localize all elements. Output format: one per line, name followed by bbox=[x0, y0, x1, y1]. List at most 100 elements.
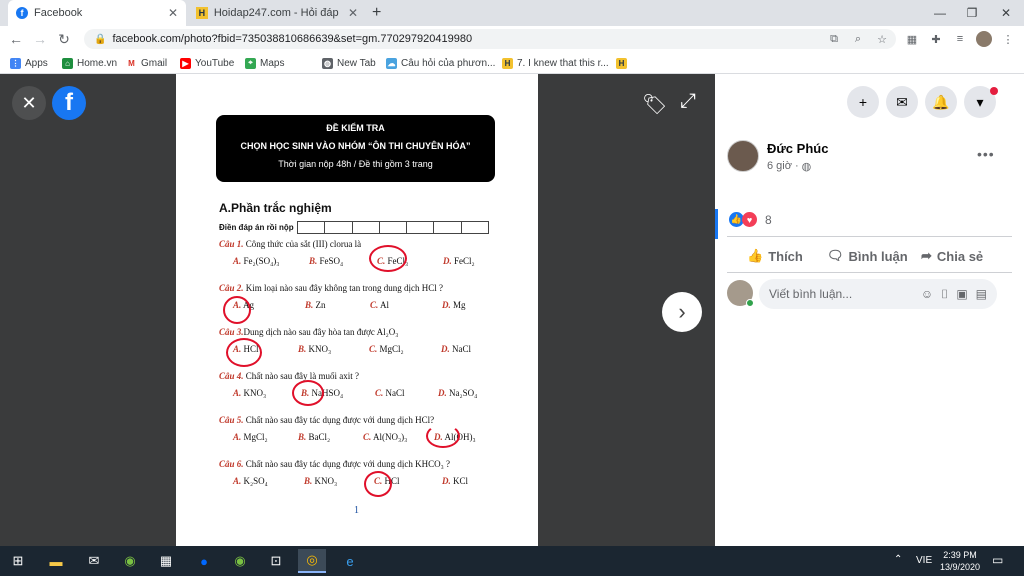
star-icon[interactable]: ☆ bbox=[874, 31, 890, 47]
q1-option-d: D. FeCl₂ bbox=[443, 256, 475, 266]
forward-icon[interactable]: → bbox=[30, 30, 50, 48]
bookmark-iknew[interactable]: H 7. I knew that this r... bbox=[502, 55, 609, 71]
exam-photo: ĐỀ KIỂM TRA CHỌN HỌC SINH VÀO NHÓM “ÔN T… bbox=[176, 74, 538, 546]
question-2: Câu 2. Kim loại nào sau đây không tan tr… bbox=[219, 283, 443, 293]
close-tab-icon[interactable]: ✕ bbox=[168, 6, 178, 20]
q4-option-c: C. NaCl bbox=[375, 388, 405, 398]
chrome-icon[interactable]: ◎ bbox=[298, 549, 326, 573]
gif-icon[interactable]: ▣ bbox=[956, 287, 967, 302]
zalo-icon[interactable]: ● bbox=[190, 549, 218, 573]
bookmark-homevn[interactable]: ⌂ Home.vn bbox=[62, 55, 117, 71]
reactions-summary[interactable]: 👍 ♥ 8 bbox=[729, 212, 772, 227]
media-icon[interactable]: ≡ bbox=[952, 31, 968, 47]
puzzle-icon[interactable]: ✚ bbox=[928, 31, 944, 47]
post-time: 6 giờ · ◍ bbox=[767, 160, 812, 173]
back-icon[interactable]: ← bbox=[6, 30, 26, 48]
store-icon[interactable]: ⊡ bbox=[262, 549, 290, 573]
bookmark-youtube[interactable]: ▶ YouTube bbox=[180, 55, 234, 71]
answer-label: Điền đáp án rồi nộp bbox=[219, 223, 294, 232]
address-bar[interactable]: 🔒 facebook.com/photo?fbid=73503881068663… bbox=[84, 29, 896, 49]
chevron-right-icon: › bbox=[678, 299, 686, 324]
bookmark-hoidap[interactable]: H bbox=[616, 55, 627, 71]
zoom-icon[interactable]: ⌕ bbox=[850, 31, 866, 47]
q5-option-b: B. BaCl₂ bbox=[298, 432, 331, 442]
clock[interactable]: 2:39 PM 13/9/2020 bbox=[940, 549, 980, 573]
divider bbox=[727, 272, 1012, 273]
answer-circle bbox=[364, 471, 392, 497]
messenger-button[interactable]: ✉ bbox=[886, 86, 918, 118]
restore-icon[interactable]: ❐ bbox=[956, 0, 988, 26]
gmail-icon: M bbox=[126, 57, 137, 69]
reload-icon[interactable]: ↻ bbox=[54, 30, 74, 48]
comment-input[interactable]: Viết bình luận... ☺ ⌷ ▣ ▤ bbox=[759, 279, 997, 309]
app-icon[interactable]: ◉ bbox=[226, 549, 254, 573]
file-explorer-icon[interactable]: ▬ bbox=[42, 549, 70, 573]
answer-circle bbox=[226, 338, 262, 367]
public-globe-icon: ◍ bbox=[801, 161, 812, 173]
q3-option-d: D. NaCl bbox=[441, 344, 471, 354]
next-photo-button[interactable]: › bbox=[662, 292, 702, 332]
new-tab-button[interactable]: + bbox=[372, 4, 381, 22]
close-window-icon[interactable]: ✕ bbox=[990, 0, 1022, 26]
create-button[interactable]: + bbox=[847, 86, 879, 118]
q6-option-d: D. KCl bbox=[442, 476, 469, 486]
bookmark-apps[interactable]: ⋮ Apps bbox=[10, 55, 48, 71]
close-tab-icon[interactable]: ✕ bbox=[348, 6, 358, 20]
mail-icon[interactable]: ✉ bbox=[80, 549, 108, 573]
answer-circle bbox=[426, 424, 460, 448]
answer-grid bbox=[297, 221, 489, 234]
emoji-icon[interactable]: ☺ bbox=[921, 287, 933, 302]
tab-hoidap[interactable]: H Hoidap247.com - Hỏi đáp online ✕ bbox=[188, 0, 366, 26]
love-reaction-icon: ♥ bbox=[742, 212, 757, 227]
comment-button[interactable]: 🗨 Bình luận bbox=[827, 246, 908, 266]
share-button[interactable]: ➦ Chia sẻ bbox=[921, 246, 983, 266]
caret-down-icon: ▾ bbox=[976, 93, 984, 110]
q4-option-d: D. Na₂SO₄ bbox=[438, 388, 478, 398]
q2-option-d: D. Mg bbox=[442, 300, 466, 310]
language-indicator[interactable]: VIE bbox=[916, 555, 932, 566]
bell-icon: 🔔 bbox=[932, 93, 950, 110]
notification-center-icon[interactable]: ▭ bbox=[992, 553, 1003, 567]
bookmark-cauhoi[interactable]: ☁ Câu hỏi của phươn... bbox=[386, 55, 495, 71]
menu-icon[interactable]: ⋮ bbox=[1000, 31, 1016, 47]
post-options-icon[interactable]: ••• bbox=[977, 146, 995, 162]
cloud-icon: ☁ bbox=[386, 57, 397, 69]
maps-icon: ⌖ bbox=[245, 57, 256, 69]
home-icon: ⌂ bbox=[62, 57, 73, 69]
minimize-icon[interactable]: — bbox=[924, 0, 956, 26]
calculator-icon[interactable]: ▦ bbox=[152, 549, 180, 573]
notifications-button[interactable]: 🔔 bbox=[925, 86, 957, 118]
close-icon: ✕ bbox=[21, 92, 37, 113]
facebook-logo-icon[interactable]: f bbox=[52, 86, 86, 120]
bookmark-newtab[interactable]: ◍ New Tab bbox=[322, 55, 376, 71]
bookmark-gmail[interactable]: M Gmail bbox=[126, 55, 167, 71]
tray-chevron-icon[interactable]: ⌃ bbox=[894, 554, 902, 565]
plus-icon: + bbox=[858, 94, 868, 110]
tag-icon[interactable]: 🏷 bbox=[642, 92, 667, 117]
profile-avatar[interactable] bbox=[976, 31, 992, 47]
windows-taskbar: ⊞ ▬ ✉ ◉ ▦ ● ◉ ⊡ ◎ e ⌃ VIE 2:39 PM 13/9/2… bbox=[0, 546, 1024, 576]
hoidap-icon: H bbox=[616, 57, 627, 69]
q1-option-a: A. Fe₂(SO₄)₃ bbox=[233, 256, 280, 266]
camera-icon[interactable]: ⌷ bbox=[941, 287, 948, 302]
close-viewer-button[interactable]: ✕ bbox=[12, 86, 46, 120]
divider bbox=[727, 236, 1012, 237]
extension-icon[interactable]: ▦ bbox=[904, 31, 920, 47]
app-icon[interactable]: ◉ bbox=[116, 549, 144, 573]
like-button[interactable]: 👍 Thích bbox=[747, 246, 803, 266]
sticker-icon[interactable]: ▤ bbox=[976, 287, 987, 302]
tab-facebook[interactable]: f Facebook ✕ bbox=[8, 0, 186, 26]
answer-circle bbox=[369, 245, 407, 272]
translate-icon[interactable]: ⧉ bbox=[826, 31, 842, 47]
question-3: Câu 3.Dung dịch nào sau đây hòa tan được… bbox=[219, 327, 399, 337]
windows-start-icon[interactable]: ⊞ bbox=[4, 549, 32, 573]
bookmark-maps[interactable]: ⌖ Maps bbox=[245, 55, 284, 71]
author-name[interactable]: Đức Phúc bbox=[767, 141, 828, 156]
tab-title: Facebook bbox=[34, 7, 83, 19]
question-1: Câu 1. Công thức của sắt (III) clorua là bbox=[219, 239, 362, 249]
edge-icon[interactable]: e bbox=[336, 549, 364, 573]
q5-option-a: A. MgCl₂ bbox=[233, 432, 268, 442]
apps-icon: ⋮ bbox=[10, 57, 21, 69]
author-avatar[interactable] bbox=[727, 140, 759, 172]
fullscreen-icon[interactable]: ⤢ bbox=[680, 90, 696, 113]
